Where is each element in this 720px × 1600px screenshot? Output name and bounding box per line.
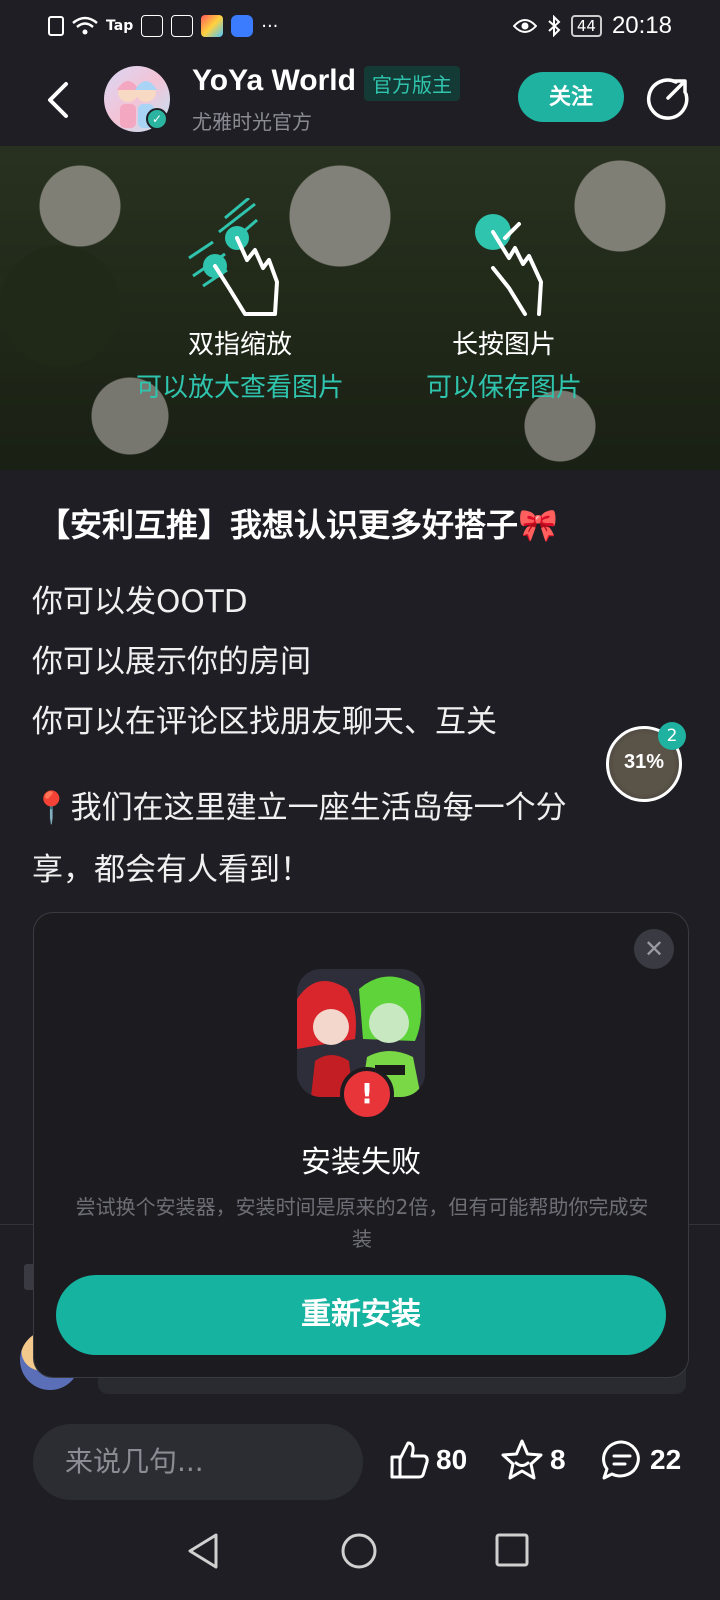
- more-notifications: ···: [261, 15, 279, 37]
- nav-recents-icon[interactable]: [494, 1532, 530, 1568]
- pinch-zoom-hint: 双指缩放 可以放大查看图片: [100, 198, 380, 404]
- star-icon: [501, 1439, 543, 1480]
- post-line-4: 📍我们在这里建立一座生活岛每一个分: [32, 790, 567, 826]
- like-button[interactable]: 80: [388, 1430, 467, 1490]
- pinch-hint-title: 双指缩放: [187, 330, 292, 360]
- post-line-2: 你可以展示你的房间: [32, 644, 311, 680]
- install-failed-dialog: ✕ ! 安装失败 尝试换个安装器，安装时间是原来的2倍，但有可能帮助你完成安装 …: [33, 912, 689, 1378]
- app-icon-2: [171, 15, 194, 37]
- status-bar: Tap ··· 44 20:18: [0, 0, 720, 52]
- comment-count: 22: [650, 1444, 682, 1475]
- app-icon-3: [201, 15, 224, 37]
- clock: 20:18: [611, 12, 672, 39]
- author-name[interactable]: YoYa World: [192, 64, 356, 98]
- favorite-count: 8: [550, 1444, 566, 1475]
- like-count: 80: [436, 1444, 468, 1475]
- favorite-button[interactable]: 8: [500, 1430, 566, 1490]
- official-moderator-badge: 官方版主: [364, 66, 460, 101]
- thumbs-up-icon: [390, 1441, 429, 1479]
- post-image-banner[interactable]: 双指缩放 可以放大查看图片 长按图片 可以保存图片: [0, 146, 720, 470]
- close-icon[interactable]: ✕: [634, 929, 674, 969]
- app-icon-1: [141, 15, 164, 37]
- back-arrow-icon[interactable]: [40, 78, 80, 122]
- status-right: 44 20:18: [512, 12, 672, 40]
- follow-button[interactable]: 关注: [518, 72, 624, 122]
- comment-button[interactable]: 22: [600, 1430, 681, 1490]
- post-title: 【安利互推】我想认识更多好搭子🎀: [38, 506, 558, 544]
- bluetooth-icon: [548, 15, 561, 37]
- eye-icon: [512, 19, 537, 33]
- app-icon-4: [231, 15, 254, 37]
- nav-back-icon[interactable]: [186, 1532, 220, 1570]
- error-alert-icon: !: [340, 1067, 394, 1121]
- battery-indicator: 44: [570, 15, 602, 37]
- post-line-5: 享，都会有人看到！: [32, 852, 311, 888]
- reinstall-button[interactable]: 重新安装: [56, 1275, 666, 1355]
- post-line-1: 你可以发OOTD: [32, 584, 248, 620]
- long-press-gesture-icon: [475, 214, 543, 316]
- download-progress-percent: 31%: [623, 751, 665, 773]
- dialog-title: 安装失败: [301, 1145, 421, 1180]
- taptap-icon: Tap: [106, 18, 134, 34]
- post-line-3: 你可以在评论区找朋友聊天、互关: [32, 704, 497, 740]
- pinch-gesture-icon: [188, 198, 279, 316]
- long-press-hint: 长按图片 可以保存图片: [364, 198, 644, 404]
- wifi-icon: [72, 16, 98, 35]
- nav-home-icon[interactable]: [340, 1532, 378, 1570]
- verified-check-icon: ✓: [146, 108, 168, 130]
- share-icon[interactable]: [646, 76, 690, 120]
- sim-alert-icon: [48, 16, 64, 36]
- comment-input[interactable]: 来说几句...: [33, 1424, 363, 1500]
- system-navigation-bar: [0, 1510, 720, 1600]
- author-subtitle: 尤雅时光官方: [192, 110, 312, 134]
- long-press-hint-subtitle: 可以保存图片: [425, 373, 582, 403]
- bottom-action-bar: 来说几句... 80 8 22: [0, 1410, 720, 1510]
- comment-bubble-icon: [602, 1440, 640, 1480]
- dialog-description: 尝试换个安装器，安装时间是原来的2倍，但有可能帮助你完成安装: [75, 1195, 649, 1251]
- post-header: ✓ YoYa World 官方版主 尤雅时光官方 关注: [0, 58, 720, 146]
- pinch-hint-subtitle: 可以放大查看图片: [135, 373, 344, 403]
- status-left: Tap ···: [48, 15, 278, 37]
- download-count-badge: 2: [658, 722, 686, 750]
- long-press-hint-title: 长按图片: [451, 330, 556, 360]
